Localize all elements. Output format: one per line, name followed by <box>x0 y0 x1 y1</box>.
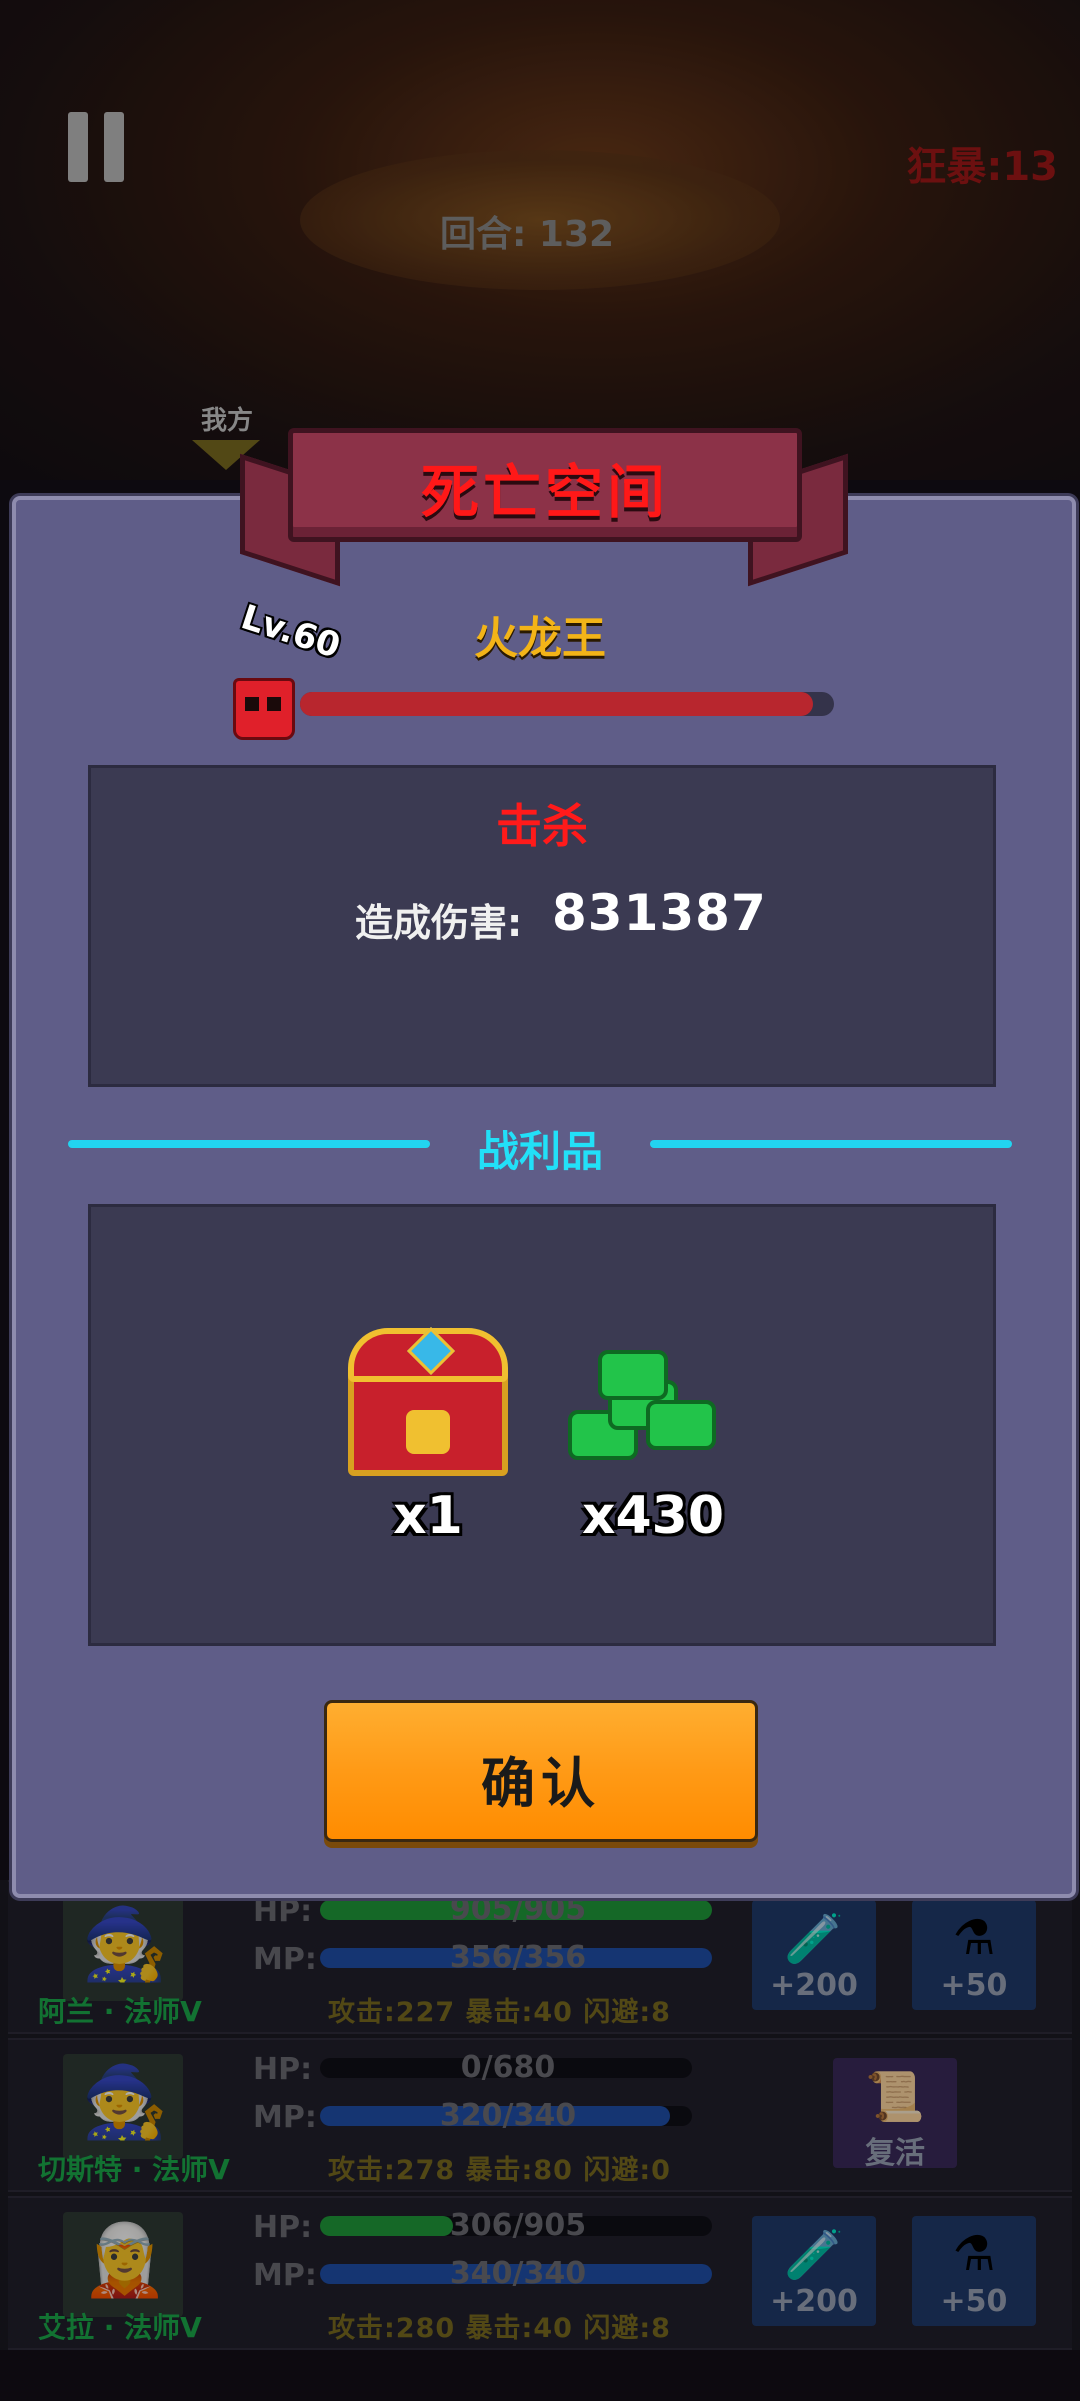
divider-right <box>650 1140 1012 1148</box>
confirm-button[interactable]: 确认 <box>324 1700 758 1842</box>
loot-panel <box>88 1204 996 1646</box>
loot-quantity: x430 <box>581 1486 725 1546</box>
damage-value: 831387 <box>552 884 767 942</box>
loot-quantity: x1 <box>393 1486 463 1546</box>
emerald-gems-icon <box>568 1350 728 1470</box>
boss-hp-bar <box>300 692 834 716</box>
loot-title: 战利品 <box>476 1127 603 1176</box>
dialog-title: 死亡空间 <box>420 458 669 526</box>
damage-label: 造成伤害: <box>355 901 523 945</box>
gem <box>598 1350 668 1400</box>
kill-result: 击杀 <box>496 799 588 853</box>
boss-hp-fill <box>300 692 813 716</box>
divider-left <box>68 1140 430 1148</box>
boss-name: 火龙王 <box>474 613 606 664</box>
skull-icon <box>233 678 295 740</box>
gem <box>646 1400 716 1450</box>
chest-lock <box>406 1410 450 1454</box>
confirm-label: 确认 <box>481 1752 601 1815</box>
treasure-chest-icon <box>348 1326 508 1476</box>
